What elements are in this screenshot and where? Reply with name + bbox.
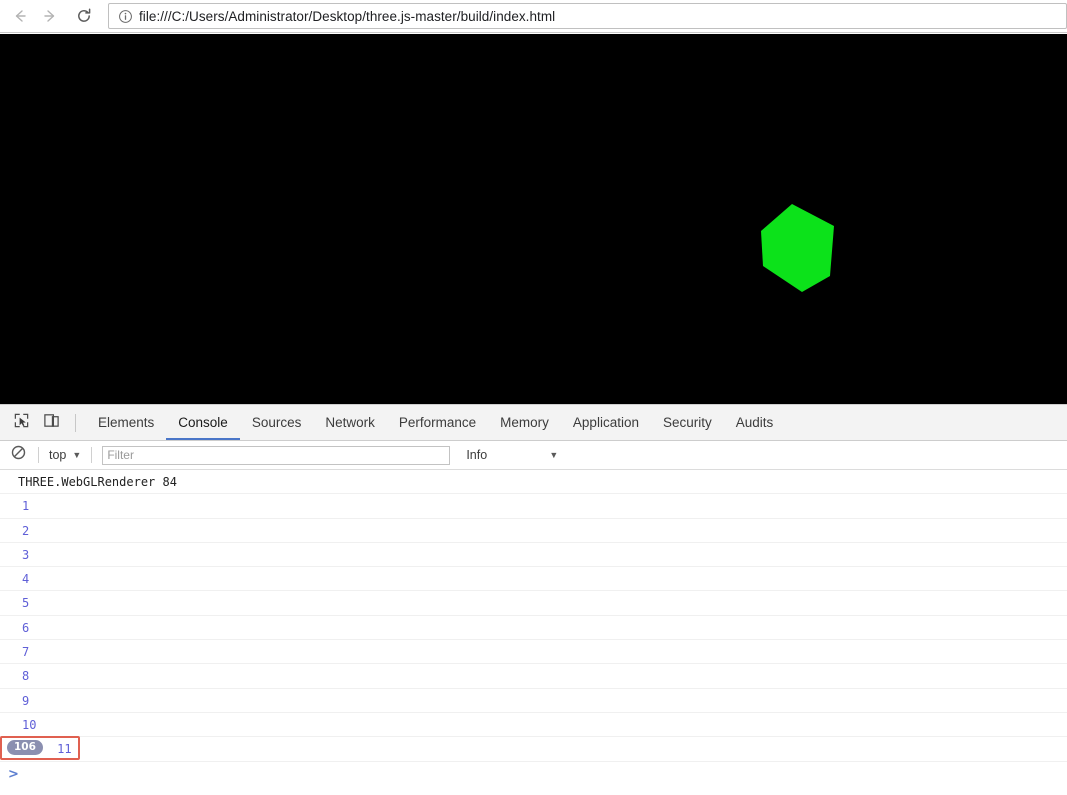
address-bar-text: file:///C:/Users/Administrator/Desktop/t… [139,8,556,24]
tab-sources[interactable]: Sources [240,405,314,440]
clear-console-button[interactable] [6,443,30,467]
filter-divider-2 [91,447,93,463]
console-level-label: Info [466,448,488,462]
console-filter-bar: top ▼ Info ▼ [0,441,1067,470]
tab-elements[interactable]: Elements [86,405,166,440]
toolbar-divider [75,413,76,432]
filter-divider-1 [38,447,39,463]
devtools-tabbar: Elements Console Sources Network Perform… [0,405,1067,441]
console-context-selector[interactable]: top ▼ [47,448,83,462]
console-message[interactable]: 6 [0,616,1067,641]
inspect-element-icon [13,412,30,434]
console-message[interactable]: 1 [0,494,1067,519]
clear-console-icon [11,445,26,465]
page-viewport[interactable] [0,34,1067,404]
arrow-left-icon [11,7,29,25]
device-toolbar-button[interactable] [37,409,65,437]
console-message[interactable]: 3 [0,543,1067,568]
console-message[interactable]: 2 [0,519,1067,543]
tab-memory[interactable]: Memory [488,405,561,440]
console-message[interactable]: 9 [0,689,1067,713]
address-bar[interactable]: file:///C:/Users/Administrator/Desktop/t… [108,3,1067,29]
reload-button[interactable] [70,2,98,30]
console-message[interactable]: THREE.WebGLRenderer 84 [0,470,1067,495]
console-message[interactable]: 4 [0,567,1067,592]
repeat-count-badge: 106 [7,740,43,756]
tab-console[interactable]: Console [166,405,240,440]
devtools-panel: Elements Console Sources Network Perform… [0,404,1067,795]
back-button[interactable] [6,2,34,30]
tab-application[interactable]: Application [561,405,651,440]
green-rotating-cube [758,204,836,299]
highlight-box: 106 11 [0,736,80,761]
arrow-right-icon [41,7,59,25]
console-message-text: 11 [57,741,72,756]
tab-network[interactable]: Network [313,405,387,440]
reload-icon [75,7,93,25]
console-context-label: top [49,448,67,462]
forward-button[interactable] [36,2,64,30]
chevron-down-icon: ▼ [72,449,82,460]
chevron-down-icon: ▼ [549,449,559,460]
console-message[interactable]: 10 [0,713,1067,738]
tab-performance[interactable]: Performance [387,405,488,440]
tab-audits[interactable]: Audits [724,405,786,440]
prompt-chevron-icon: > [8,766,19,782]
console-message-list[interactable]: THREE.WebGLRenderer 84 1 2 3 4 5 6 7 8 9… [0,470,1067,788]
page-info-icon[interactable] [114,5,136,27]
console-filter-input[interactable] [102,445,451,465]
console-message[interactable]: 7 [0,640,1067,665]
console-message[interactable]: 5 [0,591,1067,616]
console-message-highlighted[interactable]: 106 11 [0,736,1067,762]
inspect-element-button[interactable] [7,409,35,437]
console-message[interactable]: 8 [0,664,1067,689]
console-prompt[interactable]: > [0,762,1067,788]
console-level-selector[interactable]: Info ▼ [466,448,558,462]
browser-toolbar: file:///C:/Users/Administrator/Desktop/t… [0,0,1067,33]
tab-security[interactable]: Security [651,405,724,440]
device-toolbar-icon [43,412,60,434]
